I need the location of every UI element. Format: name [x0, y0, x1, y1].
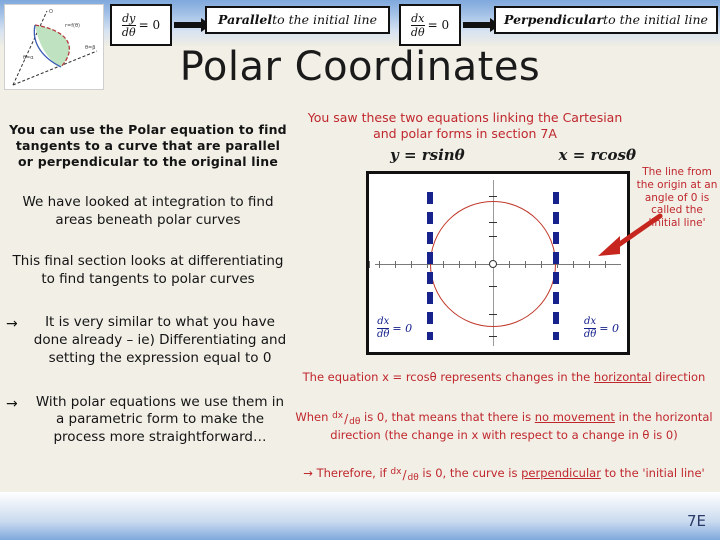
fraction-numerator: dx: [411, 11, 425, 25]
tangent-label-left: dx dθ = 0: [377, 317, 412, 340]
page-number: 7E: [686, 512, 706, 530]
left-content-column: You can use the Polar equation to find t…: [6, 122, 290, 447]
fraction-numerator: dy: [122, 11, 136, 25]
equation-x-rcos-theta: x = rcosθ: [558, 146, 636, 164]
flow-box-perpendicular: Perpendicular to the initial line: [494, 6, 718, 34]
svg-text:r=f(θ): r=f(θ): [65, 23, 80, 29]
explanation-line-1-part-a: The equation x = rcosθ represents change…: [302, 370, 594, 384]
equals-zero-label: = 0: [427, 17, 450, 32]
tangent-label-right: dx dθ = 0: [583, 316, 619, 340]
fraction-numerator: dx: [390, 467, 402, 477]
x-axis-tick: [573, 261, 574, 268]
fraction-denominator: dθ: [407, 473, 419, 483]
parallel-bold-text: Parallel: [218, 12, 273, 28]
x-axis-tick: [379, 261, 380, 268]
explanation-line-2-emphasis: no movement: [534, 410, 615, 424]
fraction-denominator: dθ: [410, 24, 425, 39]
paragraph-integration: We have looked at integration to find ar…: [22, 194, 274, 228]
equation-y-rsin-theta: y = rsinθ: [390, 146, 465, 164]
bullet-text-2: With polar equations we use them in a pa…: [35, 393, 285, 446]
explanation-line-3-emphasis: perpendicular: [521, 466, 601, 480]
bullet-item-1: → It is very similar to what you have do…: [6, 314, 290, 367]
x-axis-tick: [411, 261, 412, 268]
y-axis-tick: [489, 196, 497, 197]
arrow-marker-icon: →: [303, 466, 313, 480]
fraction-dx-dtheta: dx dθ: [583, 316, 597, 340]
explanation-line-3-part-c: to the 'initial line': [600, 466, 705, 480]
flow-box-dy-dtheta: dy dθ = 0: [110, 4, 172, 46]
fraction-denominator: dθ: [121, 24, 136, 39]
right-column-heading: You saw these two equations linking the …: [307, 110, 623, 141]
explanation-line-1: The equation x = rcosθ represents change…: [292, 370, 716, 385]
explanation-line-3: → Therefore, if dx / dθ is 0, the curve is…: [292, 466, 716, 484]
x-axis-tick: [395, 261, 396, 268]
x-axis-tick: [369, 261, 370, 268]
equals-zero-label: = 0: [138, 17, 161, 32]
fraction-numerator: dx: [584, 316, 597, 327]
fraction-dx-dtheta: dx dθ: [377, 316, 390, 340]
arrow-box3-to-box4: [463, 18, 500, 32]
equals-zero-label: = 0: [599, 322, 619, 335]
paragraph-final-section: This final section looks at differentiat…: [12, 253, 284, 287]
intro-statement: You can use the Polar equation to find t…: [9, 122, 287, 169]
y-axis-tick: [489, 336, 497, 337]
bottom-gradient-band: [0, 492, 720, 540]
svg-text:O: O: [49, 9, 53, 15]
polar-circle-graph: dx dθ = 0 dx dθ = 0: [366, 171, 630, 355]
fraction-denominator: dθ: [583, 328, 597, 340]
cartesian-polar-equations: y = rsinθ x = rcosθ: [390, 146, 636, 164]
fraction-dy-dtheta: dy dθ: [121, 11, 136, 39]
explanation-line-3-part-a: Therefore, if: [312, 466, 391, 480]
tangent-line-right: [553, 192, 559, 340]
fraction-denominator: dθ: [349, 417, 361, 427]
explanation-line-2-part-a: When: [295, 410, 333, 424]
explanation-line-3-part-b: is 0, the curve is: [418, 466, 522, 480]
equals-zero-label: = 0: [392, 322, 413, 335]
arrow-marker-icon: →: [6, 395, 18, 412]
perpendicular-bold-text: Perpendicular: [504, 12, 604, 28]
fraction-dx-dtheta: dx dθ: [410, 11, 425, 39]
x-axis-tick: [605, 261, 606, 268]
explanation-line-2: When dx / dθ is 0, that means that there i…: [292, 410, 716, 443]
explanation-line-1-emphasis: horizontal: [593, 370, 652, 384]
inline-fraction-dx-dtheta: dx / dθ: [332, 411, 361, 428]
arrow-marker-icon: →: [6, 316, 18, 333]
inline-fraction-dx-dtheta: dx / dθ: [390, 467, 419, 484]
page-title: Polar Coordinates: [179, 44, 541, 90]
fraction-denominator: dθ: [377, 328, 390, 340]
bullet-item-2: → With polar equations we use them in a …: [6, 394, 290, 447]
fraction-numerator: dx: [377, 316, 390, 327]
x-axis-tick: [589, 261, 590, 268]
explanation-line-2-part-b: is 0, that means that there is: [360, 410, 535, 424]
flow-box-parallel: Parallel to the initial line: [205, 6, 390, 34]
initial-line-note: The line from the origin at an angle of …: [636, 166, 718, 230]
perpendicular-rest-text: to the initial line: [603, 12, 708, 28]
fraction-numerator: dx: [332, 411, 344, 421]
flow-box-dx-dtheta: dx dθ = 0: [399, 4, 461, 46]
origin-marker: [489, 260, 497, 268]
tangent-line-left: [427, 192, 433, 340]
explanation-line-1-part-b: direction: [651, 370, 706, 384]
bullet-text-1: It is very similar to what you have done…: [33, 314, 287, 366]
slide-canvas: r=f(θ) θ=α θ=β O dy dθ = 0 Parallel to t…: [0, 0, 720, 540]
arrow-box1-to-box2: [174, 18, 211, 32]
parallel-rest-text: to the initial line: [272, 12, 377, 28]
